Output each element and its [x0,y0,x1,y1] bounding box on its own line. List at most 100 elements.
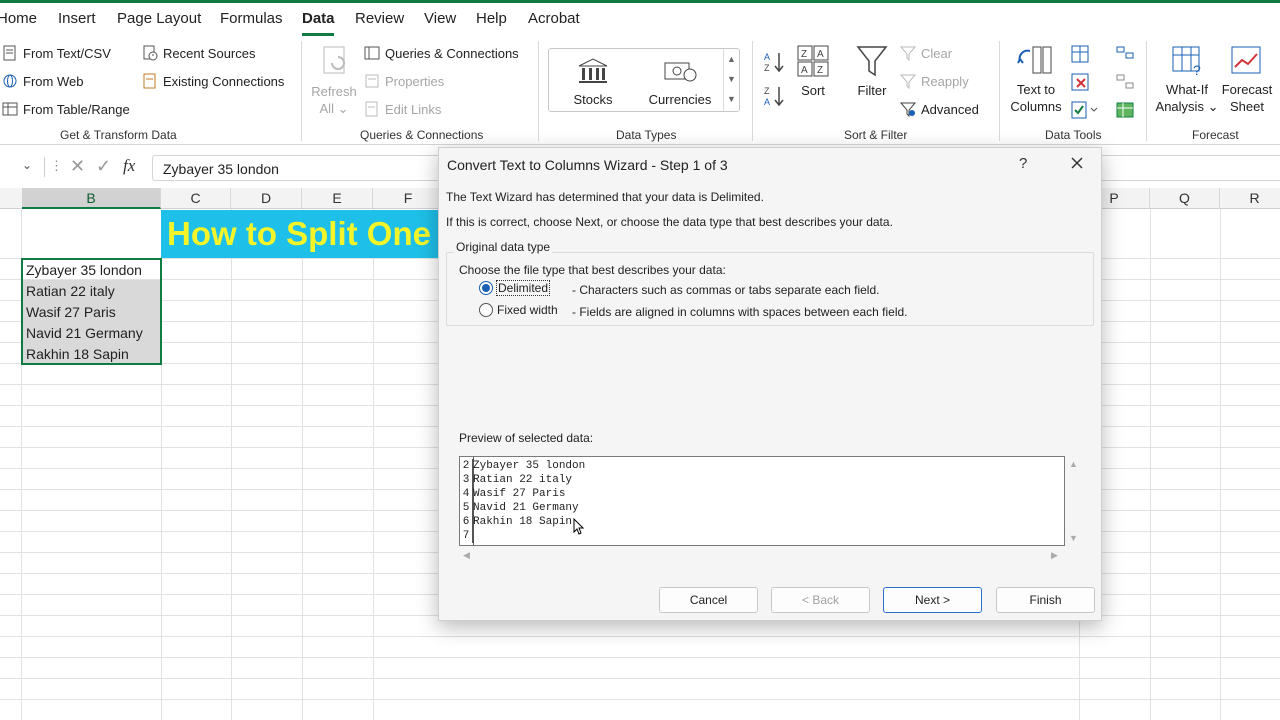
recent-sources-label: Recent Sources [163,45,256,61]
svg-text:A: A [817,49,824,60]
preview-row-number: 2 [460,459,473,473]
from-text-csv-button[interactable]: From Text/CSV [2,45,111,61]
group-separator [301,41,302,141]
gridline [0,699,1280,700]
from-table-range-button[interactable]: From Table/Range [2,101,130,117]
divider [44,157,45,177]
preview-row: 2 Zybayer 35 london [460,459,585,473]
data-types-scroll[interactable]: ▲ ▼ ▼ [723,49,739,111]
svg-text:Z: Z [764,63,770,73]
filter-icon [856,45,888,79]
scroll-down-arrow[interactable]: ▼ [1069,533,1078,543]
svg-text:A: A [801,65,808,76]
tab-page-layout[interactable]: Page Layout [117,10,201,27]
analysis-text: Analysis [1155,99,1204,114]
column-header-q[interactable]: Q [1150,188,1220,209]
queries-connections-label: Queries & Connections [385,45,519,61]
advanced-filter-button[interactable]: Advanced [900,101,979,117]
refresh-all-button[interactable]: Refresh All ⌄ [311,83,357,117]
group-label-queries: Queries & Connections [360,128,484,142]
gridline [0,657,1280,658]
sort-descending-icon[interactable]: ZA [764,85,786,107]
data-preview[interactable]: 2 Zybayer 35 london 3 Ratian 22 italy 4 Was… [459,456,1065,546]
fixed-width-radio[interactable] [479,303,493,317]
relationships-icon[interactable] [1116,73,1134,91]
tab-view[interactable]: View [424,10,456,27]
tab-formulas[interactable]: Formulas [220,10,283,27]
existing-connections-button[interactable]: Existing Connections [142,73,284,89]
fixed-width-option[interactable]: Fixed width [479,303,558,317]
scroll-right-arrow[interactable]: ▶ [1051,550,1058,561]
consolidate-icon[interactable] [1116,45,1134,63]
clear-filter-button[interactable]: Clear [900,45,952,61]
sort-button[interactable]: Sort [793,82,833,99]
fixed-width-label: Fixed width [497,303,558,317]
stocks-icon [577,57,609,85]
reapply-button[interactable]: Reapply [900,73,969,89]
more-icon[interactable]: ⋮ [50,158,63,174]
tab-review[interactable]: Review [355,10,404,27]
what-if-analysis-button[interactable]: What-If Analysis ⌄ [1152,81,1222,115]
flash-fill-icon[interactable] [1071,45,1089,63]
column-header-b[interactable]: B [22,188,161,209]
group-label-forecast: Forecast [1192,128,1239,142]
column-header-f[interactable]: F [373,188,444,209]
sort-ascending-icon[interactable]: AZ [764,51,786,73]
tab-acrobat[interactable]: Acrobat [528,10,580,27]
delimited-option[interactable]: Delimited [479,280,551,296]
table-icon [2,101,18,117]
recent-sources-button[interactable]: Recent Sources [142,45,256,61]
column-header-d[interactable]: D [231,188,302,209]
expand-gallery-icon[interactable]: ▼ [724,89,739,109]
column-header-r[interactable]: R [1220,188,1280,209]
gridline [373,209,374,720]
queries-connections-button[interactable]: Queries & Connections [364,45,519,61]
from-web-button[interactable]: From Web [2,73,83,89]
dialog-title: Convert Text to Columns Wizard - Step 1 … [447,157,728,173]
currencies-button[interactable]: Currencies [647,91,713,108]
finish-button[interactable]: Finish [996,587,1095,613]
edit-links-button[interactable]: Edit Links [364,101,441,117]
tab-home[interactable]: Home [0,10,37,27]
cancel-button[interactable]: Cancel [659,587,758,613]
forecast-label-line1: Forecast [1221,82,1273,97]
next-button[interactable]: Next > [883,587,982,613]
scroll-up-arrow[interactable]: ▲ [1069,459,1078,469]
forecast-sheet-button[interactable]: Forecast Sheet [1219,81,1275,115]
tab-help[interactable]: Help [476,10,507,27]
text-to-columns-button[interactable]: Text to Columns [1005,81,1067,115]
active-tab-underline [302,33,334,36]
insert-function-icon[interactable]: fx [123,156,135,176]
delimited-radio[interactable] [479,281,493,295]
preview-row-text: Ratian 22 italy [473,474,573,486]
data-model-icon[interactable] [1116,101,1134,119]
title-banner: How to Split One [161,210,451,258]
reapply-icon [900,73,916,89]
cancel-entry-icon[interactable]: ✕ [70,156,85,177]
filter-button[interactable]: Filter [850,82,894,99]
stocks-button[interactable]: Stocks [563,91,623,108]
close-icon[interactable] [1067,153,1087,173]
edit-links-label: Edit Links [385,101,442,117]
help-icon[interactable]: ? [1019,155,1027,172]
tab-data[interactable]: Data [302,10,335,27]
forecast-label-line2: Sheet [1230,99,1264,114]
gridline [0,636,1280,637]
preview-row: 7 [460,529,473,543]
tab-insert[interactable]: Insert [58,10,96,27]
column-header-e[interactable]: E [302,188,373,209]
remove-duplicates-icon[interactable] [1071,73,1089,91]
svg-text:Z: Z [764,86,770,96]
confirm-entry-icon[interactable]: ✓ [96,156,111,177]
gridline [1150,209,1151,720]
preview-row-number: 5 [460,501,473,515]
data-validation-icon[interactable] [1071,101,1099,119]
name-box-dropdown-icon[interactable]: ⌄ [22,158,32,172]
properties-button[interactable]: Properties [364,73,444,89]
chevron-down-icon[interactable]: ▼ [724,69,739,89]
scroll-left-arrow[interactable]: ◀ [463,550,470,561]
back-button[interactable]: < Back [771,587,870,613]
currencies-icon [663,57,699,85]
column-header-c[interactable]: C [161,188,231,209]
chevron-up-icon[interactable]: ▲ [724,49,739,69]
